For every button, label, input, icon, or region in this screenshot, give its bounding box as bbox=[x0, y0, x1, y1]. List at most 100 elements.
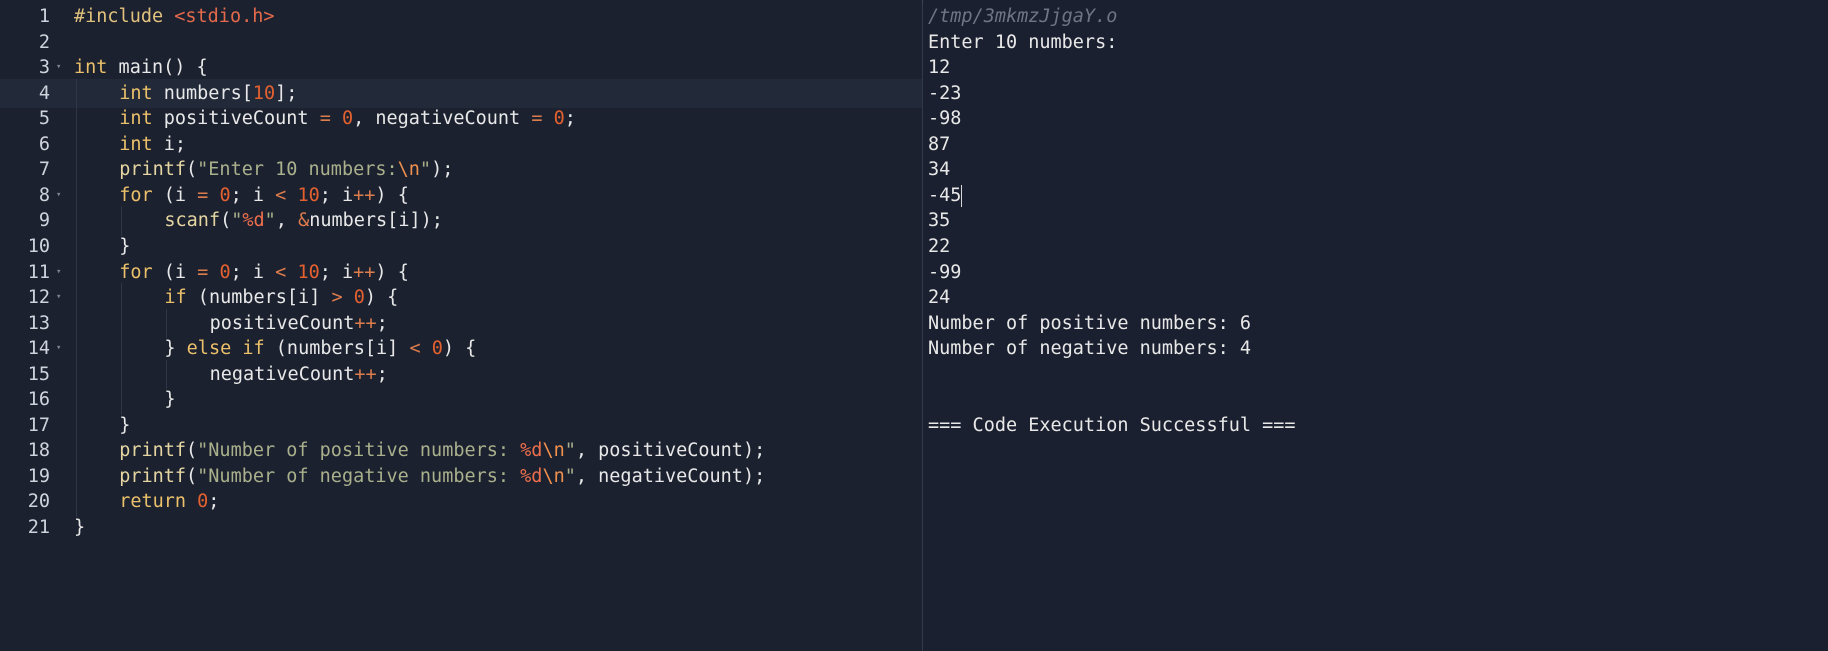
code-token: 0 bbox=[219, 261, 231, 283]
code-token: (i bbox=[152, 261, 198, 283]
code-token: ( bbox=[186, 440, 198, 462]
output-line: === Code Execution Successful === bbox=[928, 411, 1296, 441]
code-token: 0 bbox=[353, 287, 365, 309]
code-token: ; bbox=[208, 491, 220, 513]
code-token: ); bbox=[431, 159, 454, 181]
code-token: & bbox=[298, 210, 310, 232]
code-token: (numbers[i] bbox=[264, 338, 410, 360]
code-token: \n bbox=[542, 440, 565, 462]
code-token: "Enter 10 numbers: bbox=[197, 159, 398, 181]
code-token: } bbox=[164, 338, 187, 360]
code-token: ; bbox=[564, 108, 576, 130]
code-token: int bbox=[119, 133, 153, 155]
code-token: ++ bbox=[354, 312, 377, 334]
code-token: i; bbox=[152, 133, 187, 155]
code-token: "Number of negative numbers: bbox=[197, 465, 521, 487]
text-cursor bbox=[961, 184, 963, 207]
code-token: %d bbox=[242, 210, 265, 232]
code-token: (numbers[i] bbox=[186, 287, 332, 309]
code-token: } bbox=[74, 517, 86, 538]
code-token: ) { bbox=[375, 261, 409, 283]
code-token: } bbox=[164, 389, 176, 411]
code-token: = bbox=[319, 108, 331, 130]
output-text: -99 bbox=[928, 261, 962, 283]
code-token: , bbox=[275, 210, 299, 232]
output-text: Number of positive numbers: 6 bbox=[928, 312, 1252, 334]
line-number: 21 bbox=[27, 517, 50, 538]
code-token: ; bbox=[376, 312, 388, 334]
code-token: negativeCount bbox=[209, 363, 355, 385]
output-text: 24 bbox=[928, 287, 951, 309]
code-line[interactable]: 21} bbox=[0, 513, 922, 543]
code-token: return bbox=[119, 491, 187, 513]
code-token: = bbox=[531, 108, 543, 130]
code-token: if bbox=[242, 338, 265, 360]
code-token: printf bbox=[119, 440, 187, 462]
code-token: %d bbox=[520, 465, 543, 487]
code-editor-pane[interactable]: 1 #include <stdio.h> 2 3 ▾ int main() {4 int n… bbox=[0, 0, 922, 651]
code-token: ; i bbox=[230, 261, 276, 283]
code-token: positiveCount bbox=[209, 312, 355, 334]
code-token: %d bbox=[520, 440, 543, 462]
code-token: else bbox=[186, 338, 232, 360]
output-text: 87 bbox=[928, 133, 951, 155]
output-text: 34 bbox=[928, 159, 951, 181]
code-token: = bbox=[197, 184, 209, 206]
code-token: ( bbox=[220, 210, 232, 232]
code-token: 0 bbox=[219, 184, 231, 206]
code-token: } bbox=[119, 235, 131, 257]
code-token: 0 bbox=[197, 491, 209, 513]
code-token: " bbox=[564, 440, 576, 462]
code-token: int bbox=[74, 57, 108, 79]
code-token: int bbox=[119, 82, 153, 104]
output-text: 22 bbox=[928, 235, 951, 257]
code-token: main() { bbox=[107, 57, 208, 79]
code-token: " bbox=[231, 210, 243, 232]
code-token: scanf bbox=[164, 210, 221, 232]
output-text: === Code Execution Successful === bbox=[928, 414, 1296, 436]
code-token: ; bbox=[376, 363, 388, 385]
code-token: printf bbox=[119, 159, 187, 181]
code-token: ++ bbox=[354, 363, 377, 385]
code-token: ) { bbox=[375, 184, 409, 206]
output-console-pane[interactable]: /tmp/3mkmzJjgaY.o Enter 10 numbers: 12 -23… bbox=[923, 0, 1828, 651]
code-token: ) { bbox=[364, 287, 399, 309]
code-token: numbers[i]); bbox=[309, 210, 443, 232]
code-token: " bbox=[419, 159, 432, 181]
output-text: Enter 10 numbers: bbox=[928, 31, 1118, 53]
code-token: ++ bbox=[353, 184, 376, 206]
code-token: ++ bbox=[353, 261, 376, 283]
code-token: < bbox=[409, 338, 421, 360]
code-token: ; i bbox=[319, 184, 354, 206]
code-token: } bbox=[119, 414, 131, 436]
code-token: ( bbox=[186, 159, 198, 181]
code-token: ) { bbox=[442, 338, 477, 360]
code-token: 0 bbox=[431, 338, 443, 360]
code-token: 10 bbox=[297, 261, 320, 283]
code-token: numbers[ bbox=[152, 82, 253, 104]
output-text: 35 bbox=[928, 210, 951, 232]
code-token: for bbox=[119, 184, 153, 206]
code-token: " bbox=[564, 465, 576, 487]
code-token: " bbox=[264, 210, 276, 232]
output-text: 12 bbox=[928, 57, 951, 79]
code-token: printf bbox=[119, 465, 187, 487]
code-token: < bbox=[275, 184, 287, 206]
code-token: 10 bbox=[252, 82, 276, 104]
code-token: 0 bbox=[553, 108, 565, 130]
code-token: if bbox=[164, 287, 187, 309]
code-token: "Number of positive numbers: bbox=[197, 440, 521, 462]
output-text: -23 bbox=[928, 82, 962, 104]
code-token: (i bbox=[152, 184, 198, 206]
code-token: , negativeCount bbox=[353, 108, 532, 130]
code-token: ; i bbox=[230, 184, 276, 206]
